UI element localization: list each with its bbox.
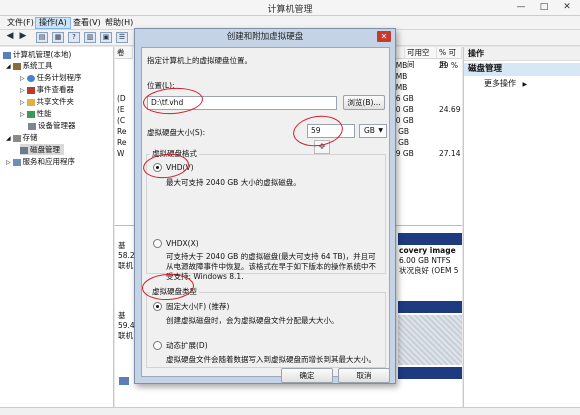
back-arrow-icon[interactable]: ◀ — [4, 32, 16, 43]
vhdx-description: 可支持大于 2040 GB 的虚拟磁盘(最大可支持 64 TB)，并且可从电源故… — [166, 252, 376, 281]
navigation-tree: 计算机管理(本地) ◢ 系统工具 ▷ 任务计划程序 ▷ 事件查看器 ▷ 共享文件… — [0, 47, 114, 415]
clock-icon — [26, 74, 35, 82]
fixed-size-description: 创建虚拟磁盘时，会为虚拟硬盘文件分配最大大小。 — [166, 316, 339, 325]
list-icon[interactable]: ☰ — [116, 32, 128, 43]
menu-help[interactable]: 帮助(H) — [102, 17, 136, 29]
ok-button[interactable]: 确定 — [281, 368, 333, 383]
minimize-button[interactable]: — — [510, 0, 532, 15]
folder-view-icon[interactable]: ▤ — [36, 32, 48, 43]
refresh-icon[interactable]: ▣ — [100, 32, 112, 43]
tree-system-tools[interactable]: ◢ 系统工具 — [6, 60, 53, 71]
tree-performance[interactable]: ▷ 性能 — [20, 108, 52, 119]
disk2-volume-band — [398, 367, 462, 379]
browse-button[interactable]: 浏览(B)... — [343, 95, 385, 110]
percent-cell: 24.69 — [439, 105, 461, 114]
disk-icon-bottom — [119, 377, 129, 385]
tools-icon — [12, 62, 21, 70]
tree-shared-folders[interactable]: ▷ 共享文件夹 — [20, 96, 74, 107]
dialog-close-button[interactable]: ✕ — [377, 31, 391, 42]
chevron-right-icon: ▶ — [522, 81, 528, 88]
event-log-icon — [26, 86, 35, 94]
tree-root[interactable]: 计算机管理(本地) — [3, 49, 71, 60]
volume-name-stub: (E — [117, 105, 125, 114]
disk0-volume-info[interactable]: covery image 6.00 GB NTFS 状况良好 (OEM 5 — [399, 246, 459, 276]
tree-storage[interactable]: ◢ 存储 — [6, 132, 38, 143]
dialog-title: 创建和附加虚拟硬盘 — [226, 32, 304, 42]
grid-view-icon[interactable]: ▦ — [52, 32, 64, 43]
actions-pane: 操作 磁盘管理 更多操作 ▶ — [463, 47, 580, 415]
device-manager-icon — [28, 122, 36, 130]
properties-icon[interactable]: ▥ — [84, 32, 96, 43]
actions-title: 操作 — [464, 47, 580, 61]
volume-name-stub: W — [117, 149, 125, 158]
disk1-volume-area[interactable] — [398, 315, 462, 365]
close-window-button[interactable]: ✕ — [556, 0, 578, 15]
tree-task-scheduler[interactable]: ▷ 任务计划程序 — [20, 72, 82, 83]
chevron-down-icon: ▼ — [378, 127, 383, 134]
fixed-size-label[interactable]: 固定大小(F) (推荐) — [166, 302, 229, 312]
cancel-button[interactable]: 取消 — [338, 368, 390, 383]
column-volume[interactable]: 卷 — [115, 47, 133, 59]
dynamic-label[interactable]: 动态扩展(D) — [166, 341, 208, 351]
column-free[interactable]: 可用空间 — [405, 47, 437, 69]
disk-icon — [20, 146, 28, 154]
tree-services-apps[interactable]: ▷ 服务和应用程序 — [6, 156, 75, 167]
disk0-info: 基 58.2 联机 — [118, 241, 135, 270]
column-percent[interactable]: % 可用 — [437, 47, 462, 69]
shared-folder-icon — [26, 98, 35, 106]
volume-name-stub: (C — [117, 116, 126, 125]
dynamic-description: 虚拟硬盘文件会随着数据写入到虚拟硬盘而增长到其最大大小。 — [166, 355, 376, 364]
percent-cell: 27.14 — [439, 149, 461, 158]
size-unit-select[interactable]: GB ▼ — [359, 124, 387, 138]
status-bar — [0, 407, 580, 415]
menu-view[interactable]: 查看(V) — [70, 17, 104, 29]
disk0-volume-band — [398, 233, 462, 245]
menu-action[interactable]: 操作(A) — [35, 17, 71, 29]
help-icon[interactable]: ? — [68, 32, 80, 43]
services-icon — [12, 158, 21, 166]
window-title: 计算机管理 — [267, 5, 313, 15]
disk1-info: 基 59.4 联机 — [118, 311, 135, 340]
forward-arrow-icon[interactable]: ▶ — [17, 32, 29, 43]
percent-cell: 29 % — [439, 61, 459, 70]
vhdx-radio[interactable] — [153, 239, 162, 248]
dynamic-radio[interactable] — [153, 341, 162, 350]
computer-icon — [3, 51, 11, 59]
tree-root-label: 计算机管理(本地) — [13, 50, 72, 59]
performance-icon — [26, 110, 35, 118]
more-actions-link[interactable]: 更多操作 ▶ — [484, 78, 527, 89]
menu-file[interactable]: 文件(F) — [4, 17, 37, 29]
storage-icon — [12, 134, 21, 142]
tree-device-manager[interactable]: 设备管理器 — [28, 120, 76, 131]
fixed-size-radio[interactable] — [153, 302, 162, 311]
create-vhd-dialog: 创建和附加虚拟硬盘 ✕ 指定计算机上的虚拟硬盘位置。 位置(L): D:\tf.… — [134, 28, 396, 384]
volume-name-stub: Re — [117, 127, 127, 136]
volume-name-stub: (D — [117, 94, 126, 103]
disk1-volume-band — [398, 301, 462, 313]
actions-section-disk-mgmt[interactable]: 磁盘管理 — [464, 63, 580, 76]
vhdx-label[interactable]: VHDX(X) — [166, 239, 199, 249]
volume-name-stub: Re — [117, 138, 127, 147]
size-label: 虚拟硬盘大小(S): — [147, 128, 206, 137]
vhd-description: 最大可支持 2040 GB 大小的虚拟磁盘。 — [166, 178, 301, 187]
maximize-button[interactable]: □ — [533, 0, 555, 15]
tree-disk-management[interactable]: 磁盘管理 — [20, 144, 64, 155]
window-titlebar: 计算机管理 — □ ✕ — [0, 0, 580, 16]
tree-event-viewer[interactable]: ▷ 事件查看器 — [20, 84, 74, 95]
dialog-intro: 指定计算机上的虚拟硬盘位置。 — [147, 56, 252, 65]
